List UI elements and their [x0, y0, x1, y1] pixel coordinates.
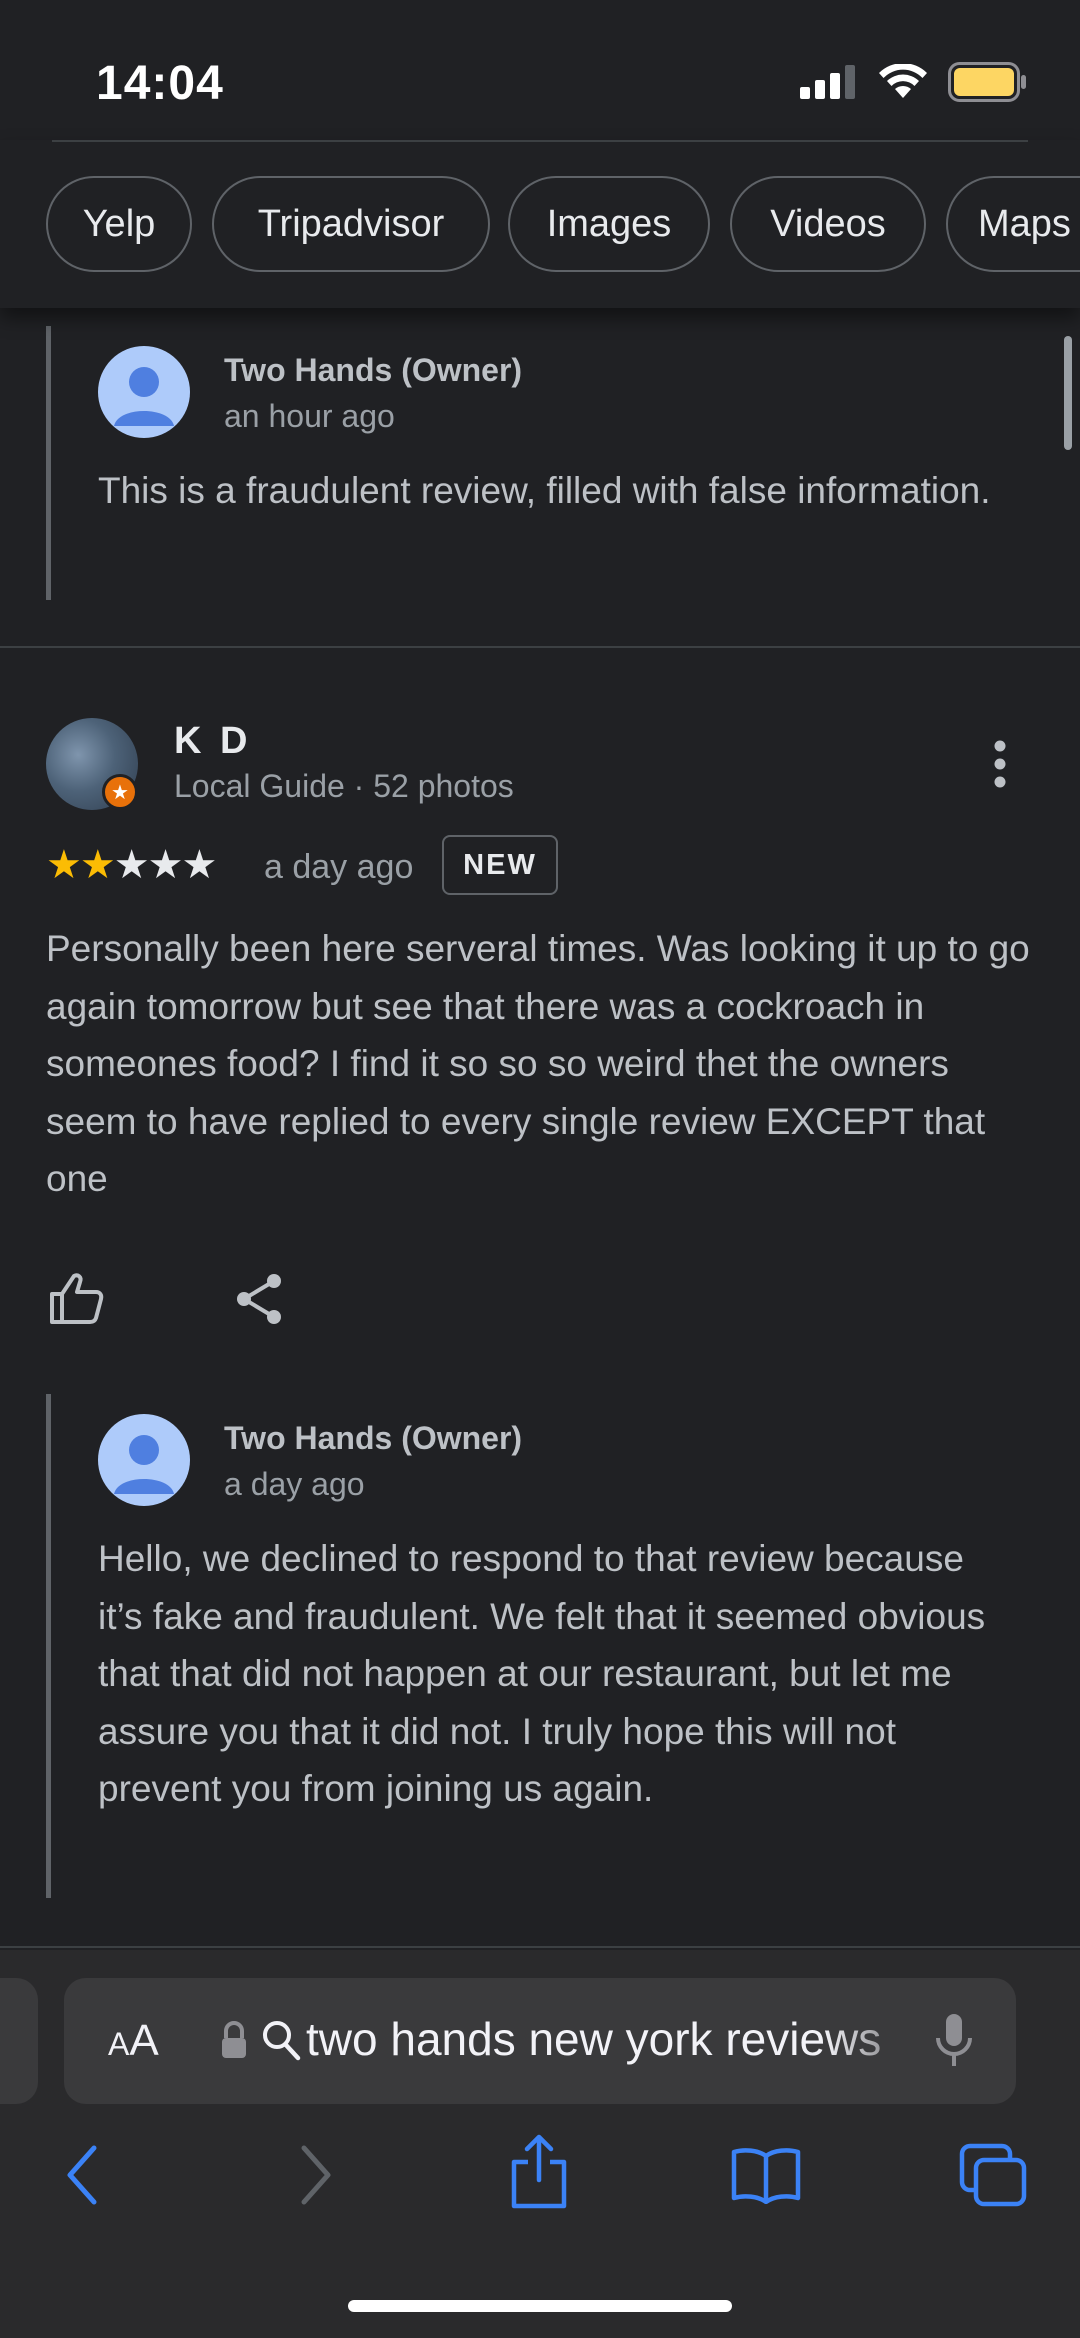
forward-icon[interactable] — [296, 2144, 336, 2206]
more-options-icon[interactable] — [980, 736, 1020, 796]
wifi-icon — [879, 64, 927, 98]
chip-tripadvisor[interactable]: Tripadvisor — [212, 176, 490, 272]
owner-reply-text: This is a fraudulent review, filled with… — [98, 470, 991, 511]
microphone-icon[interactable] — [934, 2012, 974, 2070]
chip-maps[interactable]: Maps — [946, 176, 1080, 272]
review-divider — [0, 1946, 1080, 1948]
chip-yelp[interactable]: Yelp — [46, 176, 192, 272]
search-icon — [263, 2021, 301, 2061]
home-indicator[interactable] — [348, 2300, 732, 2312]
status-icons — [800, 62, 1028, 102]
share-icon[interactable] — [234, 1272, 286, 1326]
chips-top-divider — [52, 140, 1028, 142]
url-fade — [824, 1998, 944, 2084]
reviewer-name[interactable]: K D — [174, 720, 251, 763]
battery-icon — [948, 62, 1026, 102]
star-rating: ★★★★★ — [46, 842, 217, 888]
star-empty-icon: ★ — [147, 843, 184, 887]
search-chips-bar: Yelp Tripadvisor Images Videos Maps — [0, 140, 1080, 308]
scrollbar-thumb[interactable] — [1064, 336, 1072, 450]
lock-icon — [222, 2021, 246, 2058]
cellular-signal-icon — [800, 65, 855, 99]
owner-name: Two Hands (Owner) — [224, 1420, 523, 1456]
reviewer-avatar[interactable]: ★ — [46, 718, 138, 810]
status-bar: 14:04 — [0, 0, 1080, 140]
owner-avatar — [98, 1414, 190, 1506]
new-badge: NEW — [442, 835, 558, 895]
review-time: a day ago — [264, 848, 414, 886]
address-bar[interactable]: AA two hands new york reviews — [64, 1978, 1016, 2104]
owner-reply — [46, 326, 51, 600]
star-filled-icon: ★ — [79, 843, 116, 887]
reviewer-meta: Local Guide · 52 photos — [174, 768, 514, 804]
chip-videos[interactable]: Videos — [730, 176, 926, 272]
back-icon[interactable] — [62, 2144, 102, 2206]
star-empty-icon: ★ — [113, 843, 150, 887]
previous-tab-preview[interactable] — [0, 1978, 38, 2104]
bookmarks-icon[interactable] — [730, 2146, 802, 2204]
person-icon — [114, 367, 174, 426]
tabs-icon[interactable] — [958, 2142, 1028, 2208]
review-text: Personally been here serveral times. Was… — [46, 928, 1030, 1199]
owner-reply-time: an hour ago — [224, 398, 395, 434]
thumbs-up-icon[interactable] — [46, 1270, 106, 1326]
star-empty-icon: ★ — [181, 843, 217, 887]
owner-reply-2 — [46, 1394, 51, 1898]
chip-images[interactable]: Images — [508, 176, 710, 272]
star-filled-icon: ★ — [46, 843, 82, 887]
owner-reply-time: a day ago — [224, 1466, 365, 1502]
share-icon[interactable] — [508, 2134, 570, 2210]
review-divider — [0, 646, 1080, 648]
person-icon — [114, 1435, 174, 1494]
owner-avatar — [98, 346, 190, 438]
owner-reply-text: Hello, we declined to respond to that re… — [98, 1538, 986, 1809]
browser-toolbar: AA two hands new york reviews — [0, 1950, 1080, 2338]
reader-options-button[interactable]: AA — [108, 2016, 159, 2066]
local-guide-badge-icon: ★ — [102, 774, 138, 810]
status-time: 14:04 — [96, 57, 224, 110]
owner-name: Two Hands (Owner) — [224, 352, 523, 388]
